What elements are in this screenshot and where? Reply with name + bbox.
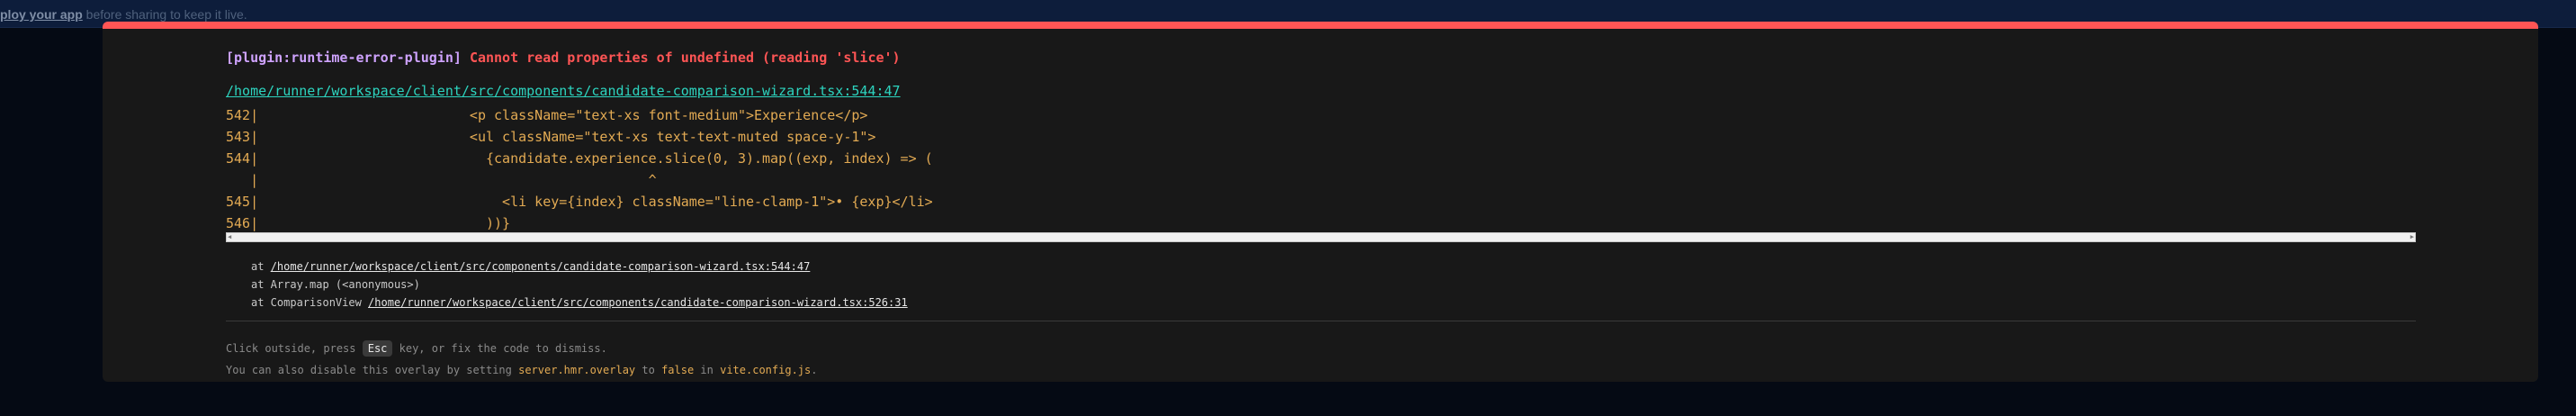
scroll-right-icon[interactable]: ▶ bbox=[2410, 233, 2414, 241]
error-text: Cannot read properties of undefined (rea… bbox=[469, 50, 901, 66]
stack-file-link[interactable]: /home/runner/workspace/client/src/compon… bbox=[271, 260, 811, 273]
setting-value: false bbox=[661, 364, 695, 376]
code-frame: 542| <p className="text-xs font-medium">… bbox=[226, 104, 933, 234]
tip-line-1: Click outside, press Esc key, or fix the… bbox=[226, 340, 607, 357]
code-line: 545| <li key={index} className="line-cla… bbox=[226, 194, 933, 210]
stack-trace: at /home/runner/workspace/client/src/com… bbox=[251, 258, 908, 312]
code-line: 542| <p className="text-xs font-medium">… bbox=[226, 107, 868, 123]
scroll-left-icon[interactable]: ◀ bbox=[228, 233, 231, 241]
stack-line: at Array.map (<anonymous>) bbox=[251, 278, 420, 291]
deploy-link[interactable]: ploy your app bbox=[0, 7, 83, 22]
setting-name: server.hmr.overlay bbox=[518, 364, 636, 376]
code-line: 546| ))} bbox=[226, 215, 511, 231]
error-message: [plugin:runtime-error-plugin] Cannot rea… bbox=[226, 50, 901, 66]
code-line: 544| {candidate.experience.slice(0, 3).m… bbox=[226, 150, 933, 167]
code-line: 543| <ul className="text-xs text-text-mu… bbox=[226, 129, 876, 145]
stack-file-link[interactable]: /home/runner/workspace/client/src/compon… bbox=[368, 296, 908, 309]
stack-line: at /home/runner/workspace/client/src/com… bbox=[251, 260, 811, 273]
error-overlay[interactable]: [plugin:runtime-error-plugin] Cannot rea… bbox=[103, 22, 2538, 382]
banner-message: before sharing to keep it live. bbox=[82, 7, 247, 22]
banner-text: ploy your app before sharing to keep it … bbox=[0, 7, 247, 22]
dismiss-tip: Click outside, press Esc key, or fix the… bbox=[226, 338, 817, 381]
tip-line-2: You can also disable this overlay by set… bbox=[226, 364, 818, 376]
config-file: vite.config.js bbox=[720, 364, 812, 376]
stack-line: at ComparisonView /home/runner/workspace… bbox=[251, 296, 908, 309]
error-file-link[interactable]: /home/runner/workspace/client/src/compon… bbox=[226, 83, 901, 99]
code-line-caret: | ^ bbox=[226, 172, 657, 188]
esc-key: Esc bbox=[362, 340, 393, 357]
plugin-label: [plugin:runtime-error-plugin] bbox=[226, 50, 462, 66]
horizontal-scrollbar[interactable]: ◀ ▶ bbox=[226, 232, 2416, 242]
